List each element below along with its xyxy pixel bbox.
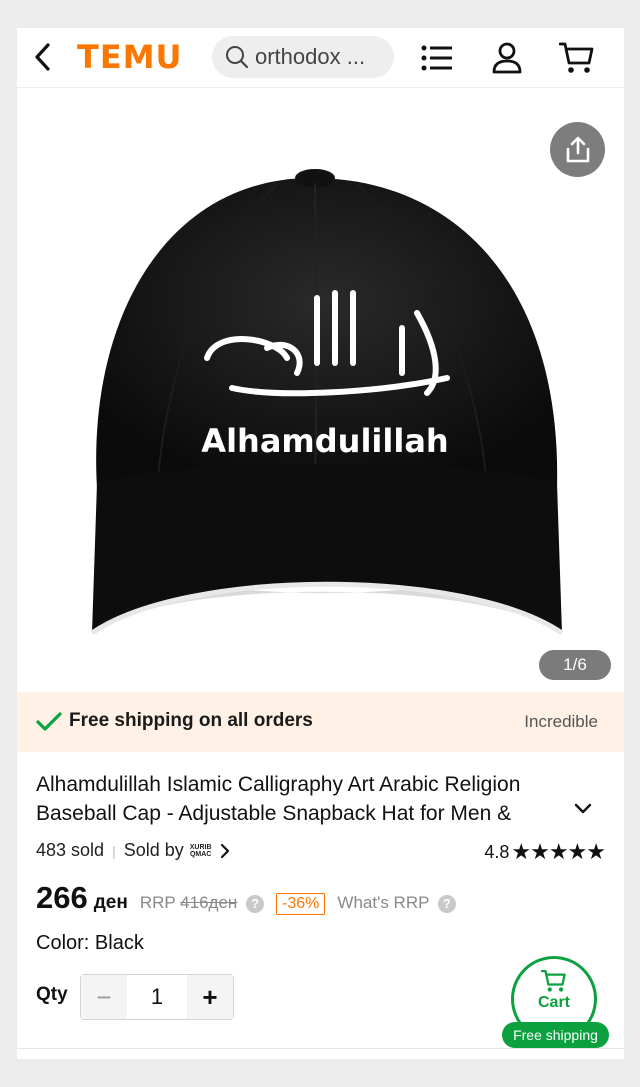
cart-icon <box>541 969 566 992</box>
free-shipping-badge: Free shipping <box>502 1022 609 1048</box>
cart-header-button[interactable] <box>559 40 595 76</box>
whats-rrp-label: What's RRP <box>337 893 430 912</box>
help-icon: ? <box>437 894 456 913</box>
separator: | <box>112 842 116 859</box>
chevron-down-icon[interactable] <box>573 802 593 816</box>
cart-label: Cart <box>537 994 570 1011</box>
search-query: orthodox ... <box>255 44 366 69</box>
menu-list-button[interactable] <box>419 40 455 76</box>
price-currency: ден <box>93 892 128 913</box>
sold-by-label[interactable]: Sold by <box>124 840 184 861</box>
product-page: TEMU orthodox ... Alhamdulillah 1/6 Free… <box>17 28 624 1059</box>
rating-value: 4.8 <box>484 842 510 862</box>
rating[interactable]: 4.8 ★★★★★ <box>484 840 606 865</box>
price-row: 266 ден RRP 416ден ? -36% What's RRP ? <box>36 880 456 916</box>
help-icon[interactable]: ? <box>246 894 265 913</box>
shipping-label: Free shipping on all orders <box>69 710 313 731</box>
rrp: RRP 416ден ? <box>139 893 265 913</box>
list-icon <box>421 45 452 71</box>
sold-row: 483 sold | Sold by XURIB QMAC <box>36 840 230 861</box>
discount-badge: -36% <box>276 893 326 915</box>
price-value: 266 <box>36 880 88 915</box>
check-icon <box>36 712 62 731</box>
quantity-value[interactable]: 1 <box>127 975 187 1019</box>
whats-rrp[interactable]: What's RRP ? <box>337 893 456 913</box>
product-title: Alhamdulillah Islamic Calligraphy Art Ar… <box>36 773 521 825</box>
rrp-label: RRP <box>139 893 176 912</box>
product-image-gallery[interactable]: Alhamdulillah 1/6 <box>17 88 624 692</box>
share-button[interactable] <box>550 122 605 177</box>
chevron-right-icon[interactable] <box>220 843 230 859</box>
increase-button[interactable]: + <box>187 975 233 1019</box>
cap-print-text: Alhamdulillah <box>201 422 448 460</box>
quantity-stepper: − 1 + <box>80 974 234 1020</box>
seller-logo-line1: XURIB <box>189 843 212 851</box>
back-button[interactable] <box>25 40 59 74</box>
image-counter: 1/6 <box>539 650 611 680</box>
color-label: Color: Black <box>36 932 144 954</box>
decrease-button[interactable]: − <box>81 975 127 1019</box>
seller-logo[interactable]: XURIB QMAC <box>190 844 212 858</box>
cart-icon <box>559 42 594 73</box>
rrp-value: 416ден <box>180 893 238 912</box>
sold-count: 483 sold <box>36 840 105 860</box>
divider <box>17 1048 624 1049</box>
star-rating-icon: ★★★★★ <box>511 840 606 865</box>
qty-label: Qty <box>36 984 68 1005</box>
user-icon <box>492 42 522 74</box>
search-bar[interactable]: orthodox ... <box>212 36 394 78</box>
share-icon <box>566 136 589 162</box>
chevron-left-icon <box>35 43 50 71</box>
shipping-banner[interactable]: Free shipping on all orders Incredible <box>17 692 624 752</box>
search-icon <box>224 44 250 70</box>
seller-logo-line2: QMAC <box>189 850 212 858</box>
top-bar: TEMU orthodox ... <box>17 28 624 88</box>
account-button[interactable] <box>489 40 525 76</box>
temu-logo[interactable]: TEMU <box>77 38 183 76</box>
shipping-right-label: Incredible <box>524 712 598 731</box>
product-image: Alhamdulillah <box>90 169 564 636</box>
